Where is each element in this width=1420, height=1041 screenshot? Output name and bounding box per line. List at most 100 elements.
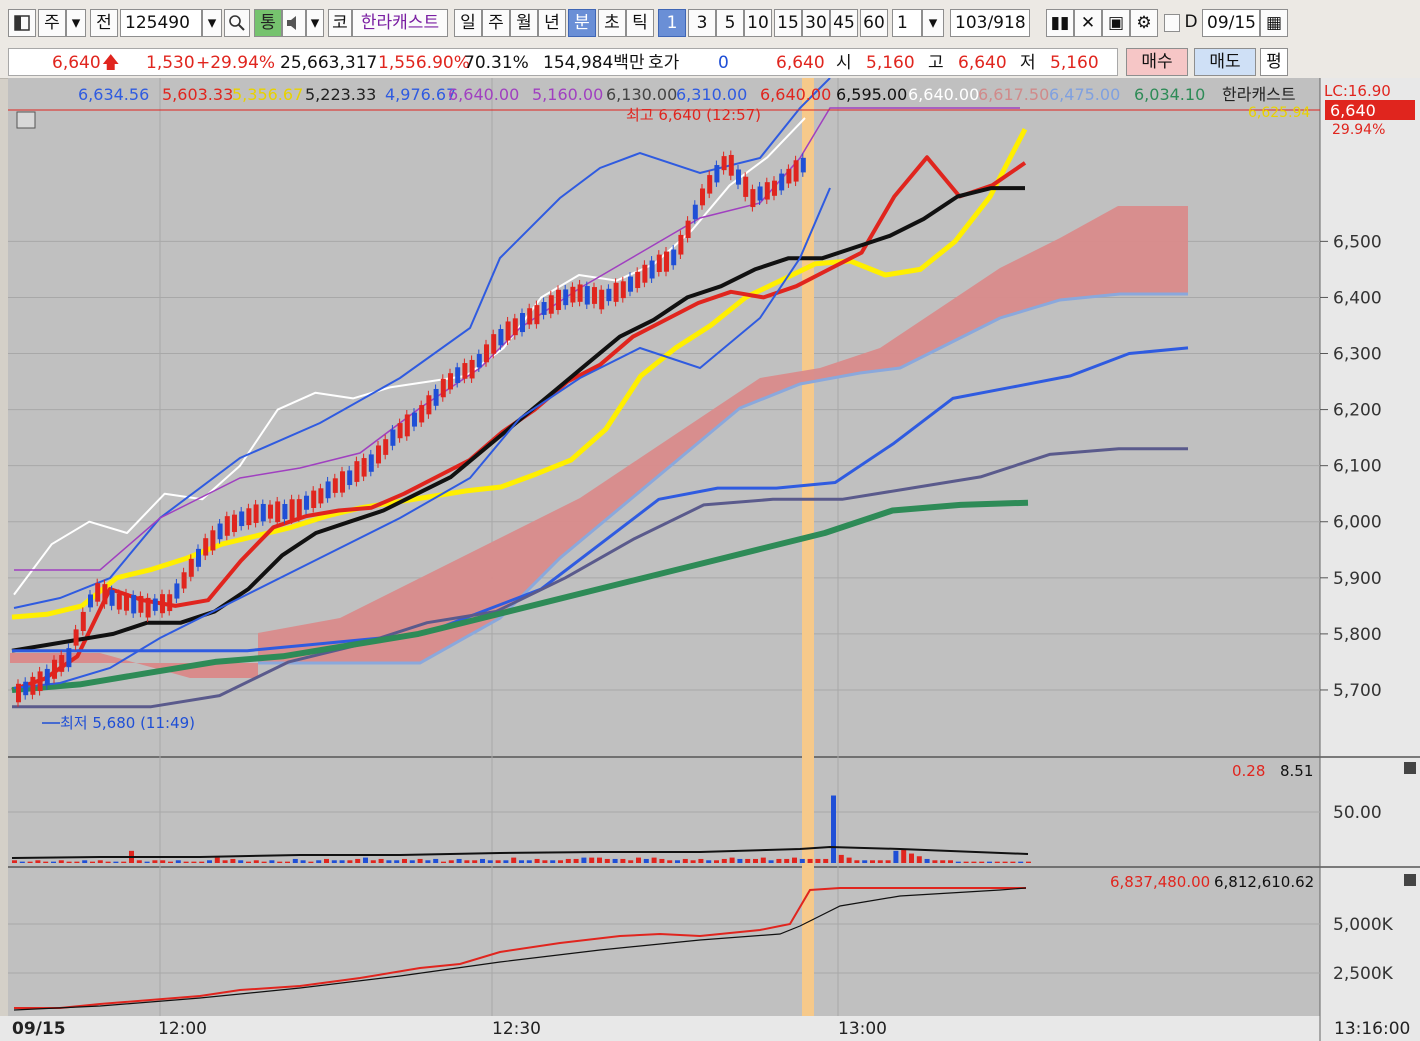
volume-bar	[558, 860, 563, 863]
volume-bar	[542, 860, 548, 863]
volume-bar	[643, 858, 649, 863]
buy-button[interactable]: 매수	[1126, 48, 1188, 76]
volume-bar	[230, 858, 236, 863]
volume-bar	[82, 860, 88, 863]
candle-body	[656, 254, 662, 273]
volume-bar	[948, 860, 953, 863]
candle-body	[671, 249, 677, 266]
interval-1[interactable]: 1	[658, 9, 686, 37]
candle-body	[102, 584, 108, 605]
interval-15[interactable]: 15	[774, 9, 802, 37]
volume-bar	[994, 861, 1000, 863]
volume-bar	[963, 861, 969, 863]
candle-body	[412, 412, 417, 427]
candle-icon[interactable]: ▮▮	[1046, 9, 1074, 37]
legend-item: 6,617.50	[978, 85, 1049, 104]
calendar-icon[interactable]: ▦	[1260, 9, 1288, 37]
period-1[interactable]: 주	[482, 9, 510, 37]
candle-body	[66, 648, 72, 668]
volume-bar	[222, 860, 228, 863]
candle-body	[635, 271, 641, 289]
chevron-down-icon[interactable]: ▾	[922, 9, 944, 37]
candle-body	[628, 276, 633, 292]
market-select[interactable]: 주	[38, 9, 66, 37]
period-3[interactable]: 년	[538, 9, 566, 37]
interval-10[interactable]: 10	[744, 9, 772, 37]
count-field[interactable]: 103/918	[950, 9, 1030, 37]
volume-bar	[394, 860, 400, 863]
volume-bar	[690, 860, 696, 863]
search-icon[interactable]	[224, 9, 250, 37]
close-icon[interactable]	[1404, 874, 1416, 886]
interval-5[interactable]: 5	[716, 9, 744, 37]
volume-bar	[729, 857, 735, 863]
x-tick-label: 13:00	[838, 1019, 887, 1039]
volume-bar	[269, 860, 275, 863]
interval-30[interactable]: 30	[802, 9, 830, 37]
step-input[interactable]: 1	[892, 9, 922, 37]
candle-body	[167, 594, 173, 612]
chevron-down-icon[interactable]: ▾	[66, 9, 86, 37]
candle-body	[484, 344, 489, 363]
volume-bar	[815, 858, 821, 863]
candle-body	[455, 367, 461, 383]
candle-body	[131, 594, 137, 614]
save-icon[interactable]: ▣	[1102, 9, 1130, 37]
y-tick-label: 5,700	[1333, 681, 1382, 701]
obv-legend-1: 6,837,480.00	[1110, 873, 1210, 891]
high-value: 6,640	[958, 53, 1007, 73]
all-button[interactable]: 전	[90, 9, 118, 37]
volume-bar	[667, 860, 673, 863]
volume-bar	[581, 857, 587, 863]
y-tick-label: 5,800	[1333, 625, 1382, 645]
speaker-icon[interactable]	[282, 9, 306, 37]
volume-bar	[1018, 861, 1024, 863]
y-tick-label: 2,500K	[1333, 964, 1394, 984]
sell-button[interactable]: 매도	[1194, 48, 1256, 76]
candle-body	[282, 504, 288, 520]
legend: 6,634.56 5,603.335,356.67 5,223.33 4,976.67…	[78, 85, 1296, 104]
candle-body	[728, 154, 734, 176]
candle-body	[750, 189, 756, 208]
period-0[interactable]: 일	[454, 9, 482, 37]
candle-body	[700, 188, 705, 206]
volume-bar	[448, 860, 454, 863]
crosshair-icon[interactable]: ✕	[1074, 9, 1102, 37]
grid-toggle-icon[interactable]	[16, 111, 36, 129]
volume-bar	[487, 860, 493, 863]
candle-body	[124, 593, 129, 611]
period-4[interactable]: 분	[568, 9, 596, 37]
high-annotation: 최고 6,640 (12:57)	[626, 106, 761, 124]
interval-60[interactable]: 60	[860, 9, 888, 37]
date-input[interactable]: 09/15	[1202, 9, 1260, 37]
volume-bar	[550, 860, 556, 863]
interval-3[interactable]: 3	[688, 9, 716, 37]
chart-area[interactable]: 6,634.56 5,603.335,356.67 5,223.33 4,976.67…	[0, 78, 1420, 1041]
chevron-down-icon[interactable]: ▾	[202, 9, 222, 37]
link-button[interactable]: 통	[254, 9, 282, 37]
period-2[interactable]: 월	[510, 9, 538, 37]
candle-body	[743, 176, 749, 197]
stock-name: 한라캐스트	[352, 9, 448, 37]
window-icon[interactable]	[8, 9, 36, 37]
volume-bar	[768, 860, 774, 863]
candle-body	[37, 671, 43, 692]
volume-bar	[480, 858, 485, 863]
date-checkbox[interactable]	[1164, 14, 1180, 32]
volume-bar	[347, 860, 353, 863]
period-5[interactable]: 초	[598, 9, 626, 37]
gear-icon[interactable]: ⚙	[1130, 9, 1158, 37]
volume-bar	[308, 861, 314, 863]
candle-body	[498, 329, 504, 346]
close-icon[interactable]	[1404, 762, 1416, 774]
eval-button[interactable]: 평	[1260, 48, 1288, 76]
volume-bar	[721, 858, 727, 863]
volume-bar	[753, 858, 758, 863]
period-6[interactable]: 틱	[626, 9, 654, 37]
code-input[interactable]: 125490	[120, 9, 202, 37]
candle-body	[692, 204, 698, 220]
chevron-down-icon[interactable]: ▾	[306, 9, 324, 37]
volume-bar	[199, 861, 205, 863]
interval-45[interactable]: 45	[830, 9, 858, 37]
candle-body	[448, 373, 453, 390]
